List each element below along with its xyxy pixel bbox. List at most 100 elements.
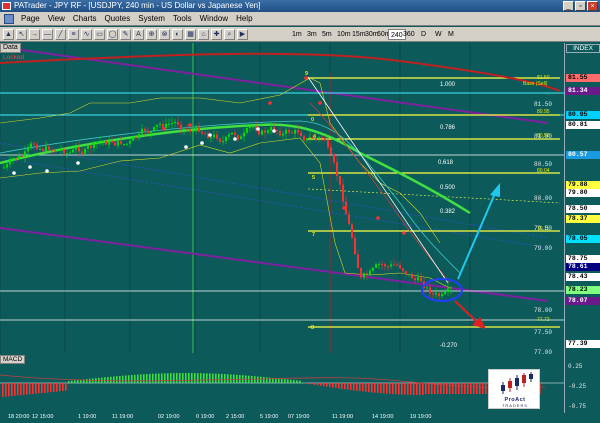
candle-body: [150, 131, 152, 133]
macd-bar: [23, 383, 25, 395]
timeframe-1m[interactable]: 1m: [290, 29, 304, 40]
tool-button-5[interactable]: ╱: [55, 29, 66, 40]
macd-bar: [419, 383, 421, 395]
tool-button-14[interactable]: ◐: [172, 29, 183, 40]
macd-bar: [425, 383, 427, 394]
macd-bar: [338, 383, 340, 389]
candle-body: [309, 137, 311, 139]
candle-body: [72, 149, 74, 153]
proact-traders-logo: ProAct TRADERS: [488, 369, 540, 409]
candle-body: [420, 277, 422, 282]
macd-bar: [20, 383, 22, 396]
price-chart[interactable]: [0, 43, 565, 353]
timeframe-M[interactable]: M: [446, 29, 456, 40]
candle-body: [300, 132, 302, 137]
data-label[interactable]: Data: [0, 43, 21, 53]
minimize-button[interactable]: _: [563, 1, 574, 11]
tool-button-9[interactable]: ◯: [107, 29, 118, 40]
tool-button-17[interactable]: ✚: [211, 29, 222, 40]
macd-bar: [350, 383, 352, 391]
menu-view[interactable]: View: [44, 14, 69, 23]
macd-bar: [356, 383, 358, 391]
macd-bar: [29, 383, 31, 395]
timeframe-D[interactable]: D: [419, 29, 428, 40]
candle-body: [285, 130, 287, 134]
channel-lower: [0, 227, 549, 302]
tool-button-8[interactable]: ▭: [94, 29, 105, 40]
macd-bar: [131, 375, 133, 383]
macd-chart[interactable]: [0, 353, 565, 413]
fib-level-label: 0.500: [440, 185, 456, 191]
macd-bar: [182, 373, 184, 383]
candle-body: [165, 123, 167, 128]
candle-body: [147, 130, 149, 133]
timeframe-360[interactable]: 360: [401, 29, 417, 40]
menu-charts[interactable]: Charts: [69, 14, 101, 23]
candle-body: [246, 127, 248, 133]
tool-button-15[interactable]: ▦: [185, 29, 196, 40]
candle-body: [291, 132, 293, 134]
timeframe-3m[interactable]: 3m: [305, 29, 319, 40]
wave-label: 5: [312, 175, 316, 181]
macd-bar: [386, 383, 388, 394]
menu-window[interactable]: Window: [196, 14, 232, 23]
macd-bar: [173, 373, 175, 383]
macd-bar: [293, 380, 295, 383]
candle-body: [153, 126, 155, 132]
macd-bar: [464, 383, 466, 394]
macd-bar: [77, 380, 79, 383]
tool-button-12[interactable]: ⊕: [146, 29, 157, 40]
timeframe-5m[interactable]: 5m: [320, 29, 334, 40]
menubar: Page View Charts Quotes System Tools Win…: [0, 12, 600, 26]
macd-bar: [233, 374, 235, 383]
close-button[interactable]: ×: [587, 1, 598, 11]
menu-system[interactable]: System: [134, 14, 169, 23]
tool-button-3[interactable]: →: [29, 29, 40, 40]
window-title: PATrader - JPY RF - [USDJPY, 240 min - U…: [14, 1, 261, 10]
maximize-button[interactable]: ▫: [575, 1, 586, 11]
macd-bar: [260, 376, 262, 383]
macd-bar: [404, 383, 406, 395]
menu-quotes[interactable]: Quotes: [100, 14, 134, 23]
price-tag: 79.88: [566, 181, 600, 189]
macd-bar: [143, 374, 145, 383]
menu-help[interactable]: Help: [232, 14, 256, 23]
macd-bar: [158, 373, 160, 383]
candle-body: [321, 137, 323, 139]
macd-bar: [8, 383, 10, 397]
candle-body: [258, 130, 260, 135]
macd-bar: [152, 373, 154, 383]
macd-bar: [416, 383, 418, 395]
tool-button-16[interactable]: ⌂: [198, 29, 209, 40]
tool-button-11[interactable]: A: [133, 29, 144, 40]
tool-button-2[interactable]: ↖: [16, 29, 27, 40]
macd-tick: -0.25: [568, 383, 587, 390]
timeframe-W[interactable]: W: [433, 29, 444, 40]
tool-button-13[interactable]: ⊗: [159, 29, 170, 40]
candle-body: [306, 138, 308, 141]
macd-bar: [401, 383, 403, 395]
tool-button-1[interactable]: ▲: [3, 29, 14, 40]
macd-bar: [227, 374, 229, 383]
macd-bar: [290, 379, 292, 383]
macd-bar: [53, 383, 55, 392]
macd-bar: [389, 383, 391, 394]
time-tick: 02 19:00: [158, 414, 180, 420]
price-tag: 78.05: [566, 235, 600, 243]
macd-bar: [347, 383, 349, 390]
macd-bar: [26, 383, 28, 395]
document-icon[interactable]: [4, 13, 14, 24]
tool-button-7[interactable]: ∿: [81, 29, 92, 40]
tool-button-6[interactable]: ≡: [68, 29, 79, 40]
tool-button-18[interactable]: ⌕: [224, 29, 235, 40]
tool-button-10[interactable]: ✎: [120, 29, 131, 40]
menu-page[interactable]: Page: [17, 14, 44, 23]
macd-bar: [455, 383, 457, 394]
chart-area[interactable]: Data Locked INDEX 81.55 81.34 80.95 80.81 80…: [0, 43, 600, 423]
macd-bar: [74, 380, 76, 383]
macd-tick: 0.25: [568, 363, 583, 370]
tool-button-4[interactable]: —: [42, 29, 53, 40]
fib-price-label: 80.95: [537, 109, 550, 115]
tool-button-19[interactable]: ▶: [237, 29, 248, 40]
menu-tools[interactable]: Tools: [169, 14, 196, 23]
